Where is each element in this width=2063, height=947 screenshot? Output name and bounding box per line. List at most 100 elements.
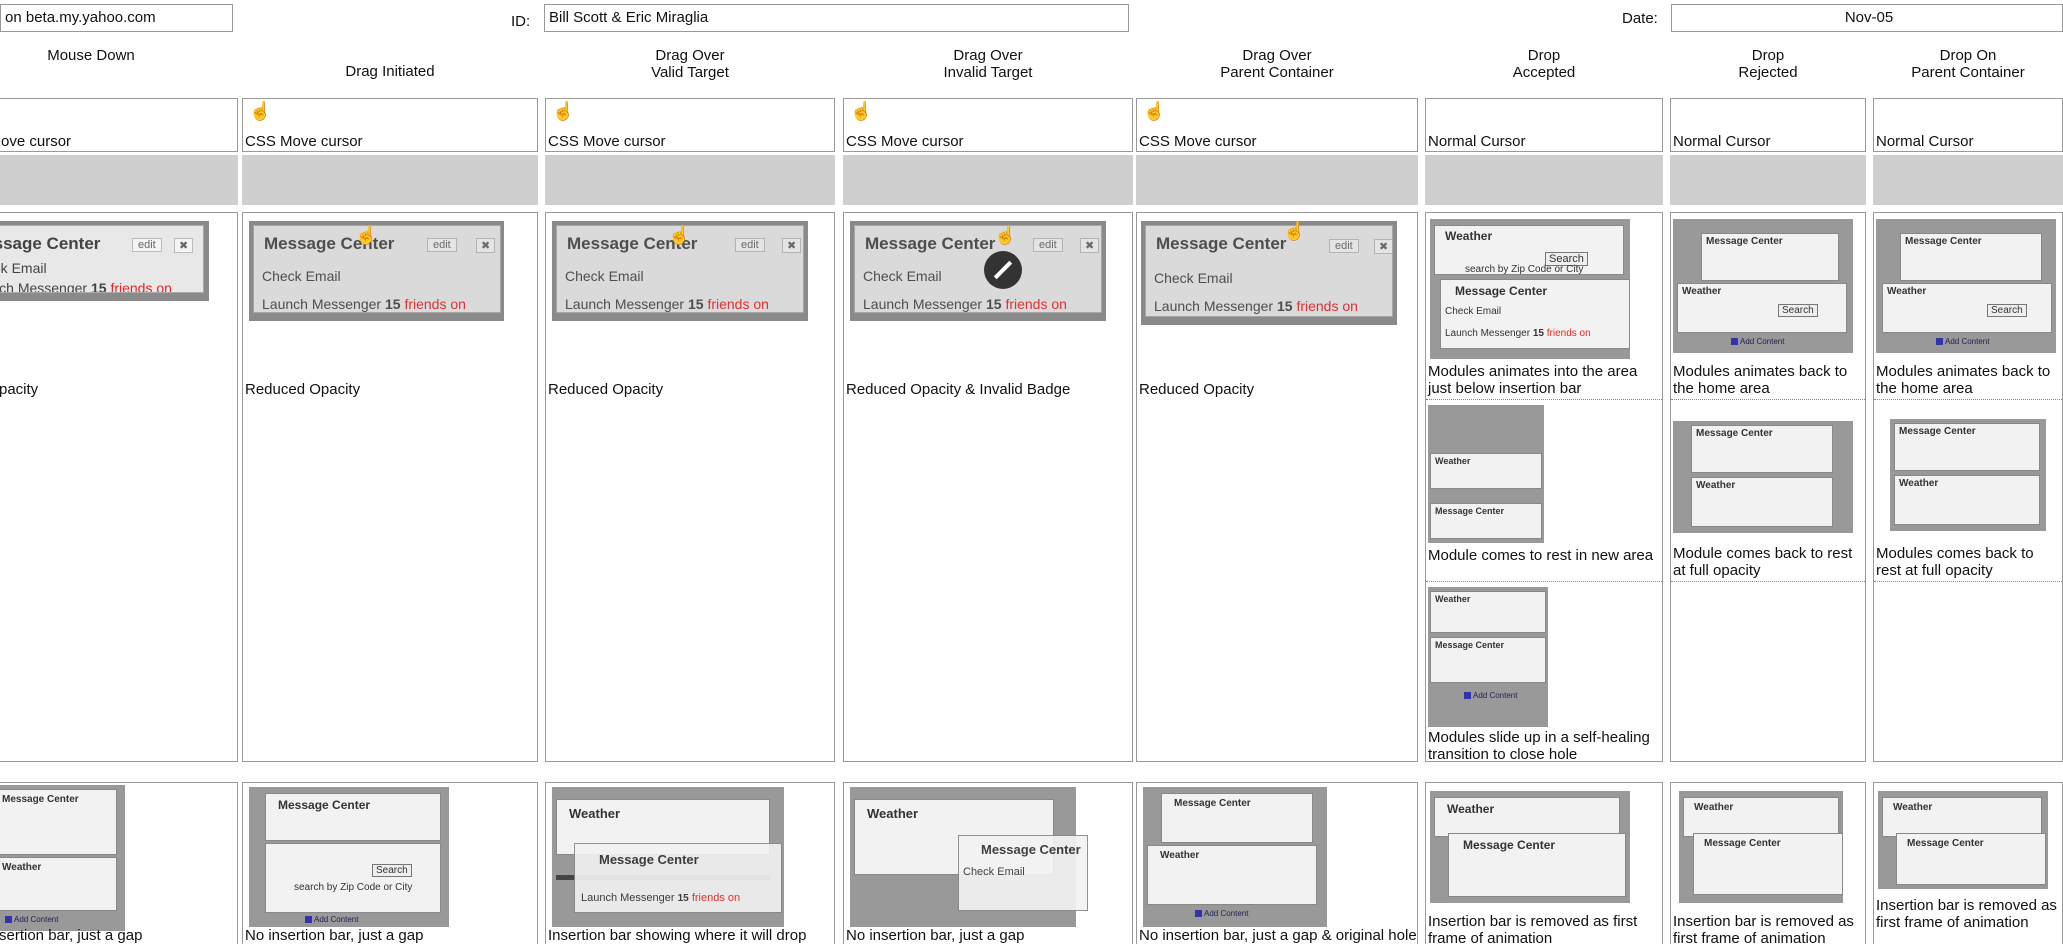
state-caption: sertion bar, just a gap (0, 927, 143, 944)
state-caption: No insertion bar, just a gap (245, 927, 424, 944)
close-icon[interactable]: ✖ (174, 238, 194, 253)
friends-count: 15 (985, 296, 1002, 312)
weather-title: Weather (1694, 802, 1734, 813)
hand-cursor-icon: ☝ (552, 101, 575, 121)
friends-count: 15 (1276, 298, 1293, 314)
column-header-line2: Rejected (1738, 64, 1798, 81)
divider (1426, 581, 1662, 582)
column-header-line2: Parent Container (1911, 64, 2025, 81)
message-center-module: Message Center (1430, 503, 1542, 539)
edit-button[interactable]: edit (132, 238, 162, 252)
module-row-messenger: Launch Messenger 15 friends on (262, 296, 466, 312)
message-center-module: Message Center Launch Messenger 15 friend… (574, 843, 782, 913)
add-content-button[interactable]: Add Content (1195, 909, 1248, 918)
friends-status: friends on (707, 296, 769, 312)
edit-button[interactable]: edit (735, 238, 765, 252)
messenger-label: Launch Messenger (863, 296, 983, 312)
module-row-messenger: Launch Messenger 15 friends on (0, 280, 172, 293)
module-row-email: Check Email (1445, 306, 1502, 317)
column-header-line2: Valid Target (651, 64, 729, 81)
weather-title: Weather (1696, 480, 1736, 491)
module-title: Message Center (1899, 426, 1976, 437)
close-icon[interactable]: ✖ (1374, 239, 1392, 254)
module-title: Message Center (1463, 838, 1556, 852)
hand-cursor-icon: ☝ (1283, 221, 1306, 241)
weather-title: Weather (1893, 802, 1933, 813)
date-label: Date: (1622, 10, 1658, 27)
hand-cursor-icon: ☝ (994, 225, 1017, 245)
cursor-label: ove cursor (1, 133, 72, 150)
date-field[interactable]: Nov-05 (1671, 4, 2063, 32)
add-content-button[interactable]: Add Content (5, 915, 58, 924)
message-center-module: Message Center (1430, 637, 1546, 683)
add-content-button[interactable]: Add Content (1936, 337, 1989, 346)
weather-module: Search search by Zip Code or City (265, 843, 441, 913)
add-content-button[interactable]: Add Content (1464, 691, 1517, 700)
state-caption: Reduced Opacity (1139, 381, 1255, 398)
search-hint: search by Zip Code or City (294, 882, 413, 893)
friends-status: friends on (691, 892, 741, 904)
state-caption: Modules comes back to rest at full opaci… (1876, 545, 2034, 579)
message-center-module: Message Center edit ✖ Check Email Launch… (854, 225, 1102, 313)
cursor-label: Normal Cursor (1876, 133, 1974, 150)
close-icon[interactable]: ✖ (476, 238, 496, 253)
weather-title: Weather (569, 806, 621, 821)
cursor-cell: Normal Cursor (1873, 98, 2063, 152)
messenger-label: Launch Messenger (262, 296, 382, 312)
weather-module: Weather (1430, 591, 1546, 633)
weather-module: Weather (1683, 797, 1839, 837)
add-content-button[interactable]: Add Content (305, 915, 358, 924)
grey-band (242, 155, 538, 205)
edit-button[interactable]: edit (427, 238, 457, 252)
module-row-email: Check Email (963, 866, 1025, 878)
weather-module: Weather (1882, 797, 2042, 837)
add-content-button[interactable]: Add Content (1731, 337, 1784, 346)
opacity-cell: Message Center edit ✖ Check Email Launch… (0, 212, 238, 762)
module-title: Message Center (981, 842, 1081, 857)
id-field[interactable]: Bill Scott & Eric Miraglia (544, 4, 1129, 32)
close-icon[interactable]: ✖ (1080, 238, 1100, 253)
module-title: Message Center (1455, 284, 1548, 298)
close-icon[interactable]: ✖ (782, 238, 802, 253)
grey-band (1136, 155, 1418, 205)
state-caption: Reduced Opacity (245, 381, 361, 398)
invalid-badge-icon (984, 251, 1022, 289)
module-row-messenger: Launch Messenger 15 friends on (1445, 328, 1591, 339)
weather-title: Weather (2, 862, 42, 873)
friends-count: 15 (687, 296, 704, 312)
weather-module: Weather Search search by Zip Code or Cit… (1434, 225, 1624, 275)
module-row-email: Check Email (262, 268, 341, 284)
message-center-module: Message Center (1900, 233, 2042, 281)
weather-title: Weather (1160, 850, 1200, 861)
state-caption: No insertion bar, just a gap (846, 927, 1025, 944)
grey-band (1425, 155, 1663, 205)
search-button[interactable]: Search (372, 864, 412, 877)
module-title: Message Center (1156, 234, 1287, 253)
weather-title: Weather (1435, 594, 1471, 604)
cursor-cell: ☝ CSS Move cursor (1136, 98, 1418, 152)
state-caption: Modules animates back to the home area (1876, 363, 2051, 397)
cursor-cell: ☝ CSS Move cursor (843, 98, 1133, 152)
opacity-cell: Message Center edit ✖ Check Email Launch… (242, 212, 538, 762)
friends-count: 15 (384, 296, 401, 312)
column-header-line1: Drop On (1939, 47, 1997, 64)
message-center-module: Message Center edit ✖ Check Email Launch… (1145, 225, 1393, 317)
project-field[interactable]: on beta.my.yahoo.com (0, 4, 233, 32)
column-header-line1: Drag Over (953, 47, 1023, 64)
module-title: Message Center (1435, 640, 1505, 650)
edit-button[interactable]: edit (1329, 239, 1359, 253)
search-button[interactable]: Search (1778, 304, 1818, 317)
friends-status: friends on (110, 280, 172, 293)
state-caption: Module comes back to rest at full opacit… (1673, 545, 1853, 579)
hand-cursor-icon: ☝ (668, 225, 691, 245)
messenger-label: Launch Messenger (0, 280, 88, 293)
friends-status: friends on (404, 296, 466, 312)
column-header: Drag Over Valid Target (545, 47, 835, 81)
search-button[interactable]: Search (1987, 304, 2027, 317)
column-header: Drop Accepted (1425, 47, 1663, 81)
module-title: Message Center (1435, 506, 1505, 516)
grey-band (1873, 155, 2063, 205)
state-caption: Reduced Opacity (548, 381, 664, 398)
module-row-email: Check Email (565, 268, 644, 284)
edit-button[interactable]: edit (1033, 238, 1063, 252)
